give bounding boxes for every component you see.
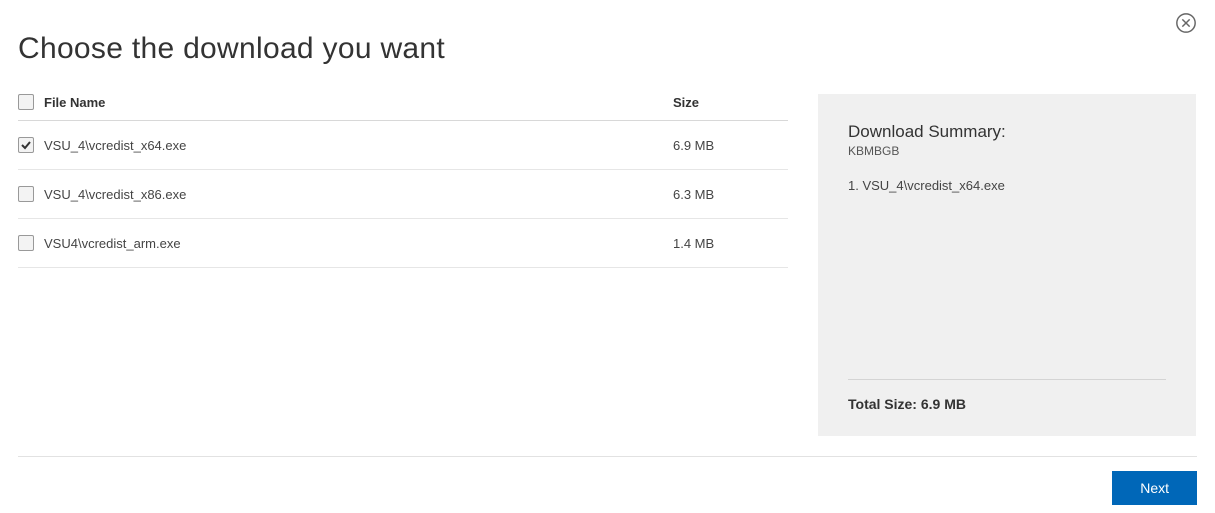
row-checkbox[interactable] [18,186,34,202]
file-name: VSU_4\vcredist_x64.exe [44,138,673,153]
summary-panel: Download Summary: KBMBGB 1. VSU_4\vcredi… [818,94,1196,436]
table-row: VSU_4\vcredist_x86.exe 6.3 MB [18,170,788,219]
next-button[interactable]: Next [1112,471,1197,505]
file-name: VSU4\vcredist_arm.exe [44,236,673,251]
summary-list: 1. VSU_4\vcredist_x64.exe [848,178,1166,371]
page-title: Choose the download you want [0,0,1215,66]
summary-item: 1. VSU_4\vcredist_x64.exe [848,178,1166,193]
summary-divider [848,379,1166,380]
table-row: VSU4\vcredist_arm.exe 1.4 MB [18,219,788,268]
header-size: Size [673,95,788,110]
file-size: 1.4 MB [673,236,788,251]
file-table: File Name Size VSU_4\vcredist_x64.exe 6.… [18,94,788,436]
header-filename: File Name [44,95,673,110]
table-header: File Name Size [18,94,788,121]
file-size: 6.9 MB [673,138,788,153]
summary-units: KBMBGB [848,144,1166,158]
close-button[interactable] [1175,12,1197,34]
bottom-bar: Next [18,456,1197,505]
check-icon [20,139,32,151]
table-row: VSU_4\vcredist_x64.exe 6.9 MB [18,121,788,170]
summary-total: Total Size: 6.9 MB [848,396,1166,412]
file-size: 6.3 MB [673,187,788,202]
close-icon [1175,12,1197,34]
row-checkbox[interactable] [18,137,34,153]
summary-title: Download Summary: [848,122,1166,142]
select-all-checkbox[interactable] [18,94,34,110]
file-name: VSU_4\vcredist_x86.exe [44,187,673,202]
row-checkbox[interactable] [18,235,34,251]
